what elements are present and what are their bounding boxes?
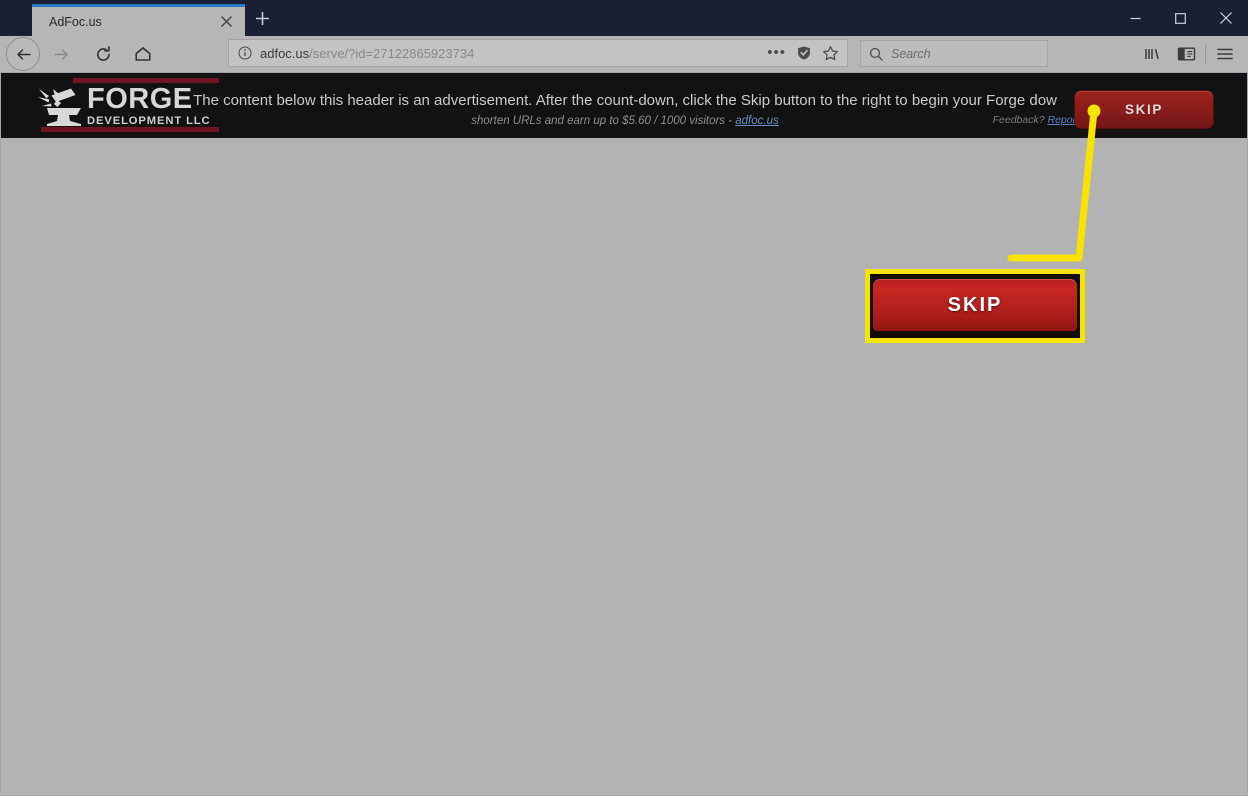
url-path: /serve/?id=27122865923734: [309, 45, 475, 61]
navigation-toolbar: adfoc.us/serve/?id=27122865923734 ••• Se…: [0, 36, 1248, 73]
reload-icon[interactable]: [86, 39, 120, 69]
new-tab-icon[interactable]: [245, 4, 279, 36]
adfocus-link[interactable]: adfoc.us: [735, 115, 778, 127]
skip-button[interactable]: SKIP: [1074, 90, 1214, 129]
toolbar-right-icons: [1135, 36, 1248, 72]
urlbar-actions: •••: [757, 45, 847, 62]
page-actions-icon[interactable]: •••: [767, 45, 786, 60]
skip-button-callout: SKIP: [865, 269, 1085, 343]
back-arrow-icon[interactable]: [6, 37, 40, 71]
callout-inner-background: SKIP: [870, 274, 1080, 338]
url-text: adfoc.us/serve/?id=27122865923734: [260, 46, 474, 61]
search-icon: [869, 47, 883, 61]
toolbar-divider: [1205, 44, 1206, 64]
close-window-icon[interactable]: [1203, 0, 1248, 36]
maximize-icon[interactable]: [1158, 0, 1203, 36]
forward-arrow-icon: [44, 39, 78, 69]
tab-title: AdFoc.us: [49, 14, 102, 29]
bookmark-star-icon[interactable]: [822, 45, 839, 62]
skip-button-magnified[interactable]: SKIP: [873, 279, 1077, 331]
close-icon[interactable]: [213, 9, 239, 35]
url-domain: adfoc.us: [260, 45, 310, 61]
window-controls: [1113, 0, 1248, 36]
url-bar[interactable]: adfoc.us/serve/?id=27122865923734 •••: [228, 39, 848, 67]
reader-shield-icon[interactable]: [796, 45, 812, 61]
tab-strip: AdFoc.us: [0, 0, 1248, 36]
page-content: FORGE DEVELOPMENT LLC The content below …: [0, 72, 1248, 796]
skip-button-magnified-label: SKIP: [947, 293, 1003, 316]
annotation-connector: [1007, 104, 1101, 262]
search-input[interactable]: Search: [891, 47, 931, 61]
feedback-area: Feedback? Report: [993, 114, 1079, 126]
tab-adfocus[interactable]: AdFoc.us: [32, 4, 245, 36]
browser-window: AdFoc.us adfoc.us/serve/?id=271228659237…: [0, 0, 1248, 796]
site-info-icon[interactable]: [238, 46, 252, 60]
feedback-label: Feedback?: [992, 114, 1048, 126]
tabstrip-left-padding: [0, 0, 32, 36]
menu-icon[interactable]: [1208, 38, 1242, 70]
advertisement-header: FORGE DEVELOPMENT LLC The content below …: [1, 73, 1247, 138]
home-icon[interactable]: [126, 39, 160, 69]
earn-text: shorten URLs and earn up to $5.60 / 1000…: [471, 115, 736, 127]
minimize-icon[interactable]: [1113, 0, 1158, 36]
library-icon[interactable]: [1135, 38, 1169, 70]
sidebar-icon[interactable]: [1169, 38, 1203, 70]
advertisement-notice-line1: The content below this header is an adve…: [193, 92, 1057, 109]
skip-button-label: SKIP: [1125, 102, 1163, 117]
search-bar[interactable]: Search: [860, 40, 1048, 67]
